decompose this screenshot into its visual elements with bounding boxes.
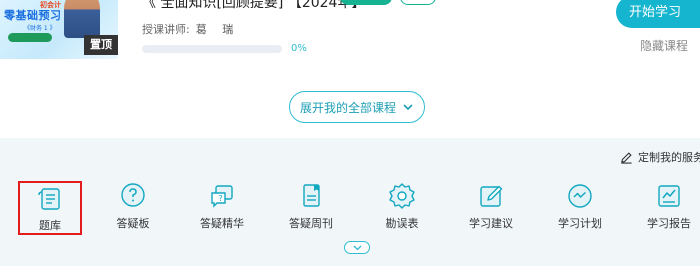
- course-card: 初会计 零基础预习 《财务 1 》 置顶 《 全面知识[回顾提要] 【2024年…: [0, 0, 700, 78]
- teacher-info: 授课讲师: 葛 瑞: [142, 21, 239, 37]
- customize-services-link[interactable]: 定制我的服务: [620, 149, 700, 165]
- service-label: 学习报告: [647, 217, 691, 230]
- services-panel: 定制我的服务 题库 答疑板 ? 答疑精华 答疑周刊 勘误表 学习建议 学习计划 …: [0, 138, 700, 266]
- service-label: 答疑精华: [200, 217, 244, 230]
- service-question-bank[interactable]: 题库: [18, 181, 82, 235]
- start-learning-button[interactable]: 开始学习: [616, 0, 700, 28]
- errata-icon: [389, 183, 415, 209]
- progress-text: 0%: [291, 43, 307, 54]
- collapse-services-button[interactable]: [344, 241, 370, 254]
- thumbnail-title: 零基础预习: [4, 9, 62, 22]
- teacher-label: 授课讲师:: [142, 23, 190, 36]
- question-bank-icon: [38, 188, 60, 210]
- qa-weekly-icon: [303, 184, 320, 207]
- thumbnail-subtitle: 《财务 1 》: [24, 25, 56, 32]
- expand-all-courses-button[interactable]: 展开我的全部课程: [289, 91, 425, 123]
- course-tag-outline: [400, 0, 436, 5]
- service-study-plan[interactable]: 学习计划: [548, 181, 612, 235]
- course-title[interactable]: 《 全面知识[回顾提要] 【2024年】: [142, 0, 365, 12]
- service-label: 题库: [39, 219, 61, 232]
- service-errata[interactable]: 勘误表: [370, 181, 434, 235]
- edit-icon: [621, 151, 632, 164]
- customize-label: 定制我的服务: [638, 151, 700, 164]
- service-study-advice[interactable]: 学习建议: [459, 181, 523, 235]
- expand-button-label: 展开我的全部课程: [299, 100, 396, 115]
- study-report-icon: [658, 185, 680, 207]
- service-label: 学习计划: [558, 217, 602, 230]
- course-tag: [340, 0, 392, 5]
- service-label: 勘误表: [385, 217, 419, 230]
- chevron-down-icon: [403, 104, 413, 111]
- teacher-name: 葛 瑞: [195, 23, 240, 36]
- progress-bar: [142, 45, 282, 53]
- thumbnail-pill: [8, 33, 52, 42]
- study-plan-icon: [568, 184, 592, 208]
- service-label: 答疑板: [116, 217, 150, 230]
- svg-text:?: ?: [219, 194, 223, 203]
- teacher-photo: [64, 0, 100, 38]
- service-label: 学习建议: [469, 217, 513, 230]
- question-board-icon: [121, 183, 145, 207]
- qa-highlights-icon: ?: [211, 185, 233, 208]
- service-qa-highlights[interactable]: ? 答疑精华: [190, 181, 254, 235]
- study-advice-icon: [480, 185, 503, 207]
- pinned-badge: 置顶: [84, 35, 118, 55]
- service-label: 答疑周刊: [289, 217, 333, 230]
- hide-course-link[interactable]: 隐藏课程: [640, 37, 688, 54]
- service-qa-weekly[interactable]: 答疑周刊: [279, 181, 343, 235]
- service-study-report[interactable]: 学习报告: [637, 181, 700, 235]
- service-question-board[interactable]: 答疑板: [101, 181, 165, 235]
- chevron-down-icon: [353, 245, 361, 250]
